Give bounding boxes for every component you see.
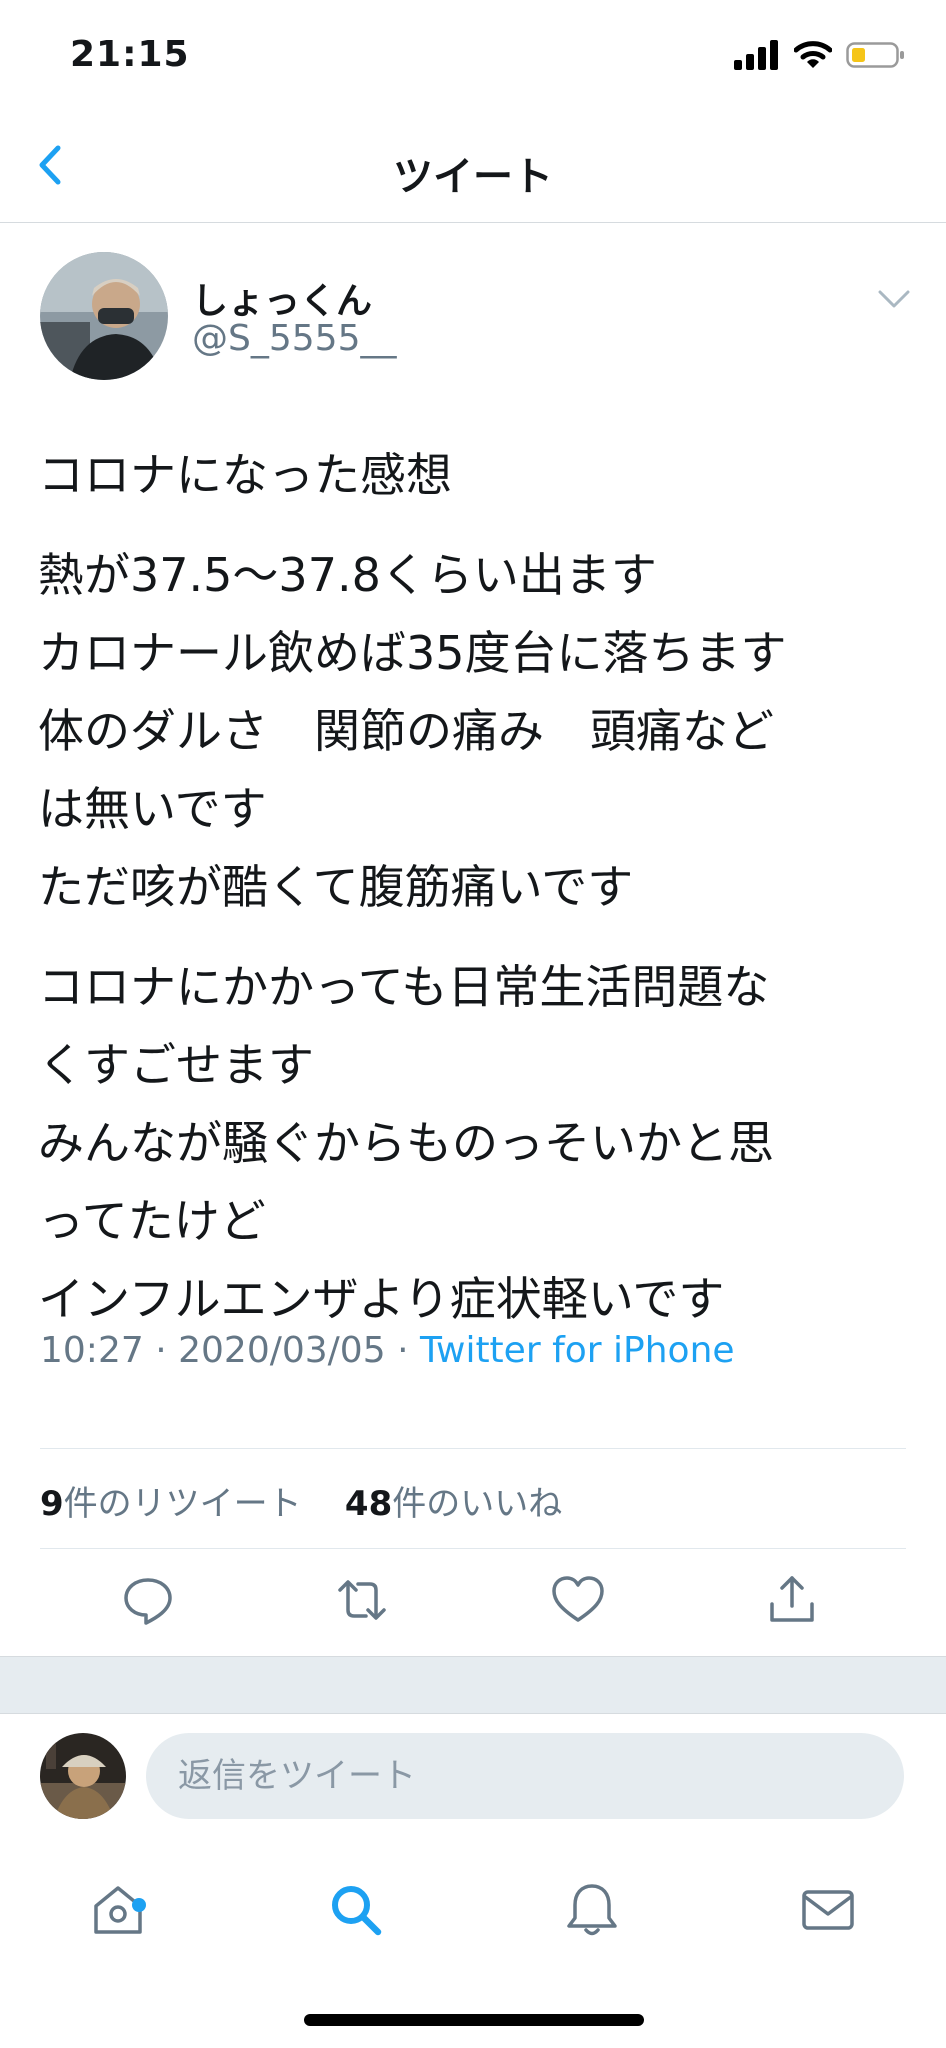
wifi-icon [794, 41, 832, 68]
current-user-avatar[interactable] [40, 1733, 126, 1819]
reply-icon[interactable] [120, 1572, 176, 1628]
section-separator [0, 1656, 946, 1714]
status-icons [734, 40, 906, 70]
like-count: 48 [344, 1484, 393, 1524]
tweet-line: くすごせます [38, 1038, 314, 1092]
home-notification-dot [132, 1898, 146, 1912]
avatar-photo [40, 252, 168, 380]
share-icon[interactable] [764, 1572, 820, 1628]
avatar-photo [40, 1733, 126, 1819]
tweet-paragraph: コロナになった感想 [38, 436, 918, 514]
tweet-line: インフルエンザより症状軽いです [38, 1272, 725, 1326]
retweet-count: 9 [40, 1484, 64, 1524]
like-count-link[interactable]: 48件のいいね [345, 1484, 562, 1524]
divider [40, 1448, 906, 1449]
messages-icon[interactable] [798, 1880, 858, 1940]
engagement-counts: 9件のリツイート 48件のいいね [40, 1476, 562, 1525]
tweet-line: ただ咳が酷くて腹筋痛いです [38, 860, 634, 914]
page-title: ツイート [393, 154, 553, 200]
author-display-name[interactable]: しょっくん [192, 272, 372, 324]
cellular-signal-icon [734, 40, 778, 70]
status-time: 21:15 [70, 34, 190, 75]
tweet-line: カロナール飲めば35度台に落ちます [38, 626, 787, 680]
tweet-line: 体のダルさ 関節の痛み 頭痛など [38, 704, 774, 758]
tweet-action-bar [0, 1572, 946, 1642]
author-avatar[interactable] [40, 252, 168, 380]
tweet-paragraph: コロナにかかっても日常生活問題な くすごせます みんなが騒ぐからものっそいかと思… [38, 948, 918, 1338]
tweet-paragraph: 熱が37.5〜37.8くらい出ます カロナール飲めば35度台に落ちます 体のダル… [38, 536, 918, 926]
notifications-icon[interactable] [562, 1880, 622, 1940]
tweet-line: コロナにかかっても日常生活問題な [38, 960, 770, 1014]
tweet-text: コロナになった感想 熱が37.5〜37.8くらい出ます カロナール飲めば35度台… [38, 436, 918, 1338]
search-icon[interactable] [326, 1880, 386, 1940]
tweet-time: 10:27 [40, 1330, 144, 1371]
tweet-source-link[interactable]: Twitter for iPhone [420, 1330, 735, 1371]
chevron-down-icon[interactable] [874, 284, 914, 314]
tweet-line: は無いです [38, 782, 267, 836]
retweet-icon[interactable] [334, 1572, 390, 1628]
retweet-label: 件のリツイート [63, 1484, 302, 1524]
author-handle[interactable]: @S_5555__ [192, 318, 396, 359]
tab-bar [0, 1858, 946, 1968]
battery-icon [846, 42, 904, 68]
tweet-date: 2020/03/05 [178, 1330, 386, 1371]
divider [40, 1548, 906, 1549]
like-icon[interactable] [550, 1572, 606, 1628]
tweet-line: ってたけど [38, 1194, 266, 1248]
retweet-count-link[interactable]: 9件のリツイート [40, 1484, 302, 1524]
tweet-line: みんなが騒ぐからものっそいかと思 [38, 1116, 774, 1170]
reply-input[interactable] [146, 1733, 904, 1819]
meta-separator: · [397, 1330, 409, 1371]
meta-separator: · [155, 1330, 167, 1371]
status-bar: 21:15 [0, 0, 946, 110]
like-label: 件のいいね [392, 1484, 563, 1524]
tweet-meta: 10:27 · 2020/03/05 · Twitter for iPhone [40, 1330, 735, 1371]
navigation-bar: ツイート [0, 110, 946, 223]
home-indicator [304, 2014, 644, 2026]
tweet-line: コロナになった感想 [38, 448, 452, 502]
tweet-line: 熱が37.5〜37.8くらい出ます [38, 548, 657, 602]
